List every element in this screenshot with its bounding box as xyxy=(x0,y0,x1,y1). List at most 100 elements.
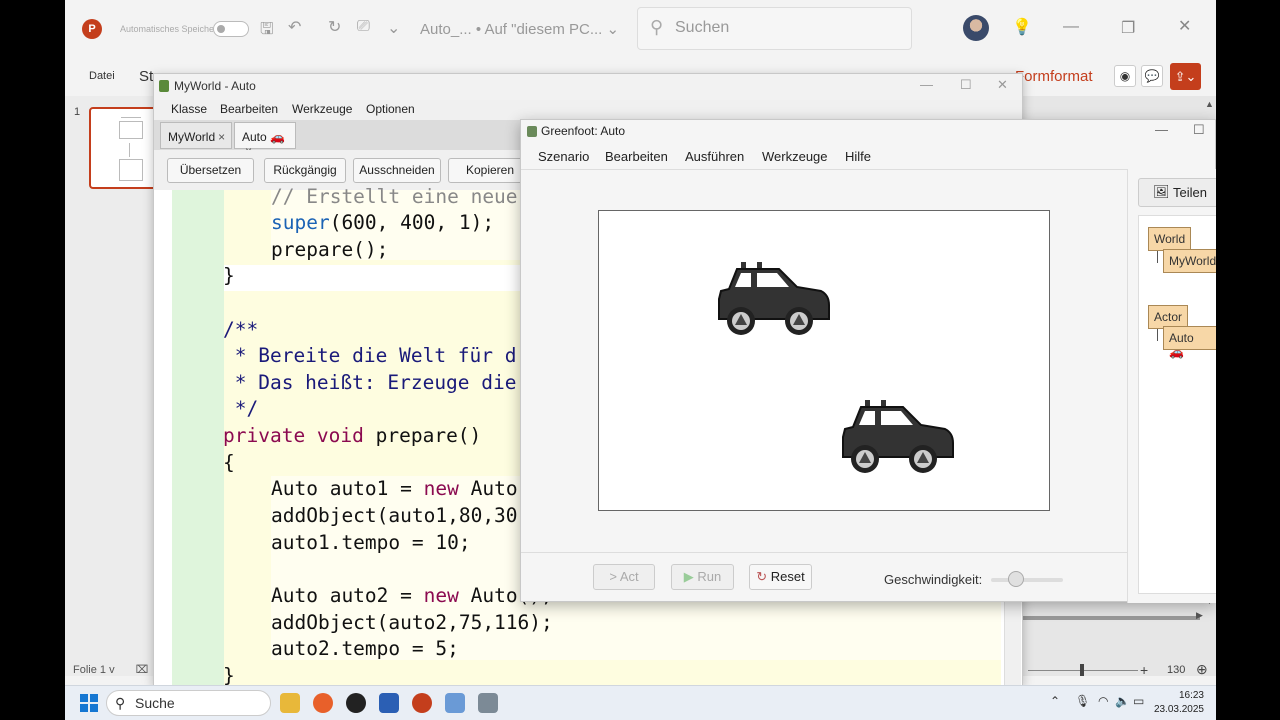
share-icon: ⇪⌄ xyxy=(1174,69,1197,84)
undo-icon[interactable]: ↶ xyxy=(288,17,301,37)
taskbar-search[interactable]: ⚲ Suche xyxy=(106,690,271,716)
tab-formformat[interactable]: Formformat xyxy=(1015,68,1093,85)
greenfoot-titlebar: Greenfoot: Auto — ☐ xyxy=(521,120,1216,144)
act-icon: > xyxy=(609,569,617,584)
customize-icon[interactable]: ⌄ xyxy=(387,18,400,38)
present-icon[interactable]: ⎚ xyxy=(357,18,370,36)
firefox-icon[interactable] xyxy=(313,693,333,713)
accessibility-icon[interactable]: ⌧ xyxy=(136,664,149,676)
class-myworld[interactable]: MyWorld xyxy=(1163,249,1216,273)
greenfoot-minimize-icon[interactable]: — xyxy=(1155,122,1168,137)
bluej-icon[interactable] xyxy=(445,693,465,713)
volume-icon[interactable]: 🔈 xyxy=(1115,694,1130,708)
act-button[interactable]: > Act xyxy=(593,564,655,590)
search-box[interactable]: ⚲ Suchen xyxy=(637,7,912,50)
restore-icon[interactable]: ❐ xyxy=(1121,18,1135,38)
bluej-close-icon[interactable]: ✕ xyxy=(997,77,1008,93)
tray-chevron-icon[interactable]: ⌃ xyxy=(1050,694,1060,708)
battery-icon[interactable]: ▭ xyxy=(1133,694,1144,708)
menu-hilfe[interactable]: Hilfe xyxy=(845,149,871,164)
fit-slide-icon[interactable]: ⊕ xyxy=(1196,661,1208,678)
auto-actor[interactable] xyxy=(841,399,955,475)
greenfoot-icon[interactable] xyxy=(478,693,498,713)
code-line: addObject(auto2,75,116); xyxy=(271,611,553,634)
document-title[interactable]: Auto_... • Auf "diesem PC... ⌄ xyxy=(420,20,619,38)
compile-button[interactable]: Übersetzen xyxy=(167,158,254,183)
zoom-slider-thumb[interactable] xyxy=(1080,664,1084,676)
speed-slider[interactable] xyxy=(991,578,1063,582)
close-icon[interactable]: ✕ xyxy=(1178,16,1191,36)
code-line: prepare(); xyxy=(271,238,389,261)
menu-klasse[interactable]: Klasse xyxy=(171,102,207,116)
bluej-app-icon xyxy=(159,80,169,92)
minimize-icon[interactable]: — xyxy=(1063,18,1079,36)
auto-actor[interactable] xyxy=(717,261,831,337)
comment-icon[interactable]: 💬 xyxy=(1141,65,1163,87)
code-line: } xyxy=(223,264,235,287)
zoom-in-icon[interactable]: + xyxy=(1140,662,1148,678)
class-auto[interactable]: Auto 🚗 xyxy=(1163,326,1216,359)
cut-button[interactable]: Ausschneiden xyxy=(353,158,441,183)
scroll-up-icon[interactable]: ▲ xyxy=(1205,99,1214,109)
menu-bearbeiten[interactable]: Bearbeiten xyxy=(605,149,668,164)
powerpoint-titlebar: P Automatisches Speichern 🖫 ↶ ↻ ⎚ ⌄ Auto… xyxy=(65,0,1216,58)
code-line: */ xyxy=(223,397,259,420)
menu-werkzeuge[interactable]: Werkzeuge xyxy=(292,102,352,116)
zoom-control: + 130 ⊕ xyxy=(1020,660,1216,680)
bluej-maximize-icon[interactable]: ☐ xyxy=(960,77,972,93)
search-icon: ⚲ xyxy=(650,17,664,37)
class-world[interactable]: World xyxy=(1148,227,1192,251)
save-icon[interactable]: 🖫 xyxy=(260,18,274,45)
reset-button[interactable]: ↻ Reset xyxy=(749,564,812,590)
autosave-toggle[interactable] xyxy=(213,21,249,37)
code-line: auto2.tempo = 5; xyxy=(271,637,459,660)
run-label: Run xyxy=(697,569,722,584)
undo-button[interactable]: Rückgängig xyxy=(264,158,346,183)
code-line: addObject(auto1,80,30 xyxy=(271,504,518,527)
tab-auto[interactable]: Auto 🚗× xyxy=(234,122,296,158)
redo-icon[interactable]: ↻ xyxy=(328,17,341,37)
tab-start[interactable]: St xyxy=(139,68,153,85)
avatar[interactable] xyxy=(963,15,989,41)
slide-number: 1 xyxy=(74,106,81,118)
menu-bearbeiten[interactable]: Bearbeiten xyxy=(220,102,278,116)
clock-time: 16:23 xyxy=(1178,690,1204,701)
tab-datei[interactable]: Datei xyxy=(89,70,115,82)
share-label: Teilen xyxy=(1173,185,1207,200)
close-icon[interactable]: × xyxy=(218,130,225,144)
share-button[interactable]: 🖼 Teilen xyxy=(1138,178,1216,207)
greenfoot-window-title: Greenfoot: Auto xyxy=(541,124,626,138)
bluej-minimize-icon[interactable]: — xyxy=(920,77,933,92)
world-canvas[interactable] xyxy=(598,210,1050,511)
record-icon[interactable]: ◉ xyxy=(1114,65,1136,87)
reset-icon: ↻ xyxy=(756,569,768,584)
scope-highlight-outer xyxy=(172,190,224,686)
zoom-value: 130 xyxy=(1167,664,1186,676)
menu-szenario[interactable]: Szenario xyxy=(538,149,589,164)
microphone-icon[interactable]: 🎙 xyxy=(1075,694,1090,708)
word-icon[interactable] xyxy=(379,693,399,713)
wifi-icon[interactable]: ◠ xyxy=(1098,694,1108,708)
code-line: Auto auto1 = new Auto xyxy=(271,477,518,500)
share-button[interactable]: ⇪⌄ xyxy=(1170,63,1201,90)
app-icon[interactable] xyxy=(346,693,366,713)
greenfoot-window: Greenfoot: Auto — ☐ Szenario Bearbeiten … xyxy=(520,119,1216,603)
bluej-titlebar: MyWorld - Auto — ☐ ✕ xyxy=(154,74,1022,100)
powerpoint-icon[interactable] xyxy=(412,693,432,713)
file-explorer-icon[interactable] xyxy=(280,693,300,713)
act-label: Act xyxy=(619,569,639,584)
scroll-right-icon[interactable]: ▶ xyxy=(1196,610,1203,621)
autosave-label: Automatisches Speichern xyxy=(120,24,223,34)
lightbulb-icon[interactable]: 💡 xyxy=(1012,17,1032,37)
reset-label: Reset xyxy=(770,569,805,584)
tab-myworld[interactable]: MyWorld × xyxy=(160,122,232,149)
start-icon[interactable] xyxy=(80,694,98,712)
horizontal-scrollbar[interactable] xyxy=(1020,616,1200,620)
greenfoot-maximize-icon[interactable]: ☐ xyxy=(1193,122,1205,138)
greenfoot-app-icon xyxy=(527,126,537,137)
menu-werkzeuge[interactable]: Werkzeuge xyxy=(762,149,828,164)
menu-optionen[interactable]: Optionen xyxy=(366,102,415,116)
menu-ausfuehren[interactable]: Ausführen xyxy=(685,149,744,164)
run-button[interactable]: ▶ Run xyxy=(671,564,734,590)
clock[interactable]: 16:23 23.03.2025 xyxy=(1154,689,1204,717)
